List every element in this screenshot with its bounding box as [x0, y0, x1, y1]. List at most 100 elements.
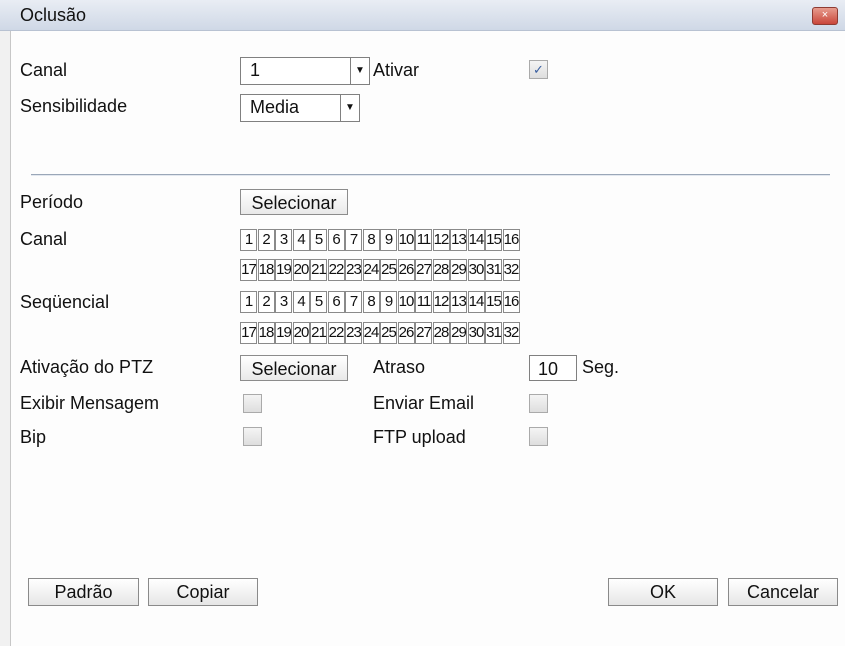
canal-channel-cell[interactable]: 9 — [380, 229, 397, 251]
canal-channel-cell[interactable]: 11 — [415, 229, 432, 251]
canal-channel-cell[interactable]: 17 — [240, 259, 257, 281]
canal-channel-cell[interactable]: 10 — [397, 229, 415, 251]
sequencial-channel-cell[interactable]: 13 — [450, 291, 467, 313]
ativar-checkbox[interactable]: ✓ — [529, 60, 548, 79]
sensibilidade-select[interactable]: Media ▼ — [240, 94, 360, 122]
sequencial-channel-cell[interactable]: 27 — [415, 322, 432, 344]
enviar-email-checkbox[interactable] — [529, 394, 548, 413]
canal-channel-cell[interactable]: 1 — [240, 229, 257, 251]
sequencial-channel-cell[interactable]: 16 — [502, 291, 520, 313]
canal-channel-cell[interactable]: 14 — [467, 229, 485, 251]
canal-channel-cell[interactable]: 25 — [380, 259, 397, 281]
sequencial-channel-cell[interactable]: 19 — [275, 322, 292, 344]
chevron-down-icon: ▼ — [350, 58, 369, 84]
sequencial-channel-cell[interactable]: 14 — [467, 291, 485, 313]
sequencial-channel-cell[interactable]: 3 — [275, 291, 292, 313]
bip-checkbox[interactable] — [243, 427, 262, 446]
sequencial-channel-cell[interactable]: 15 — [485, 291, 502, 313]
canal-channel-cell[interactable]: 22 — [327, 259, 345, 281]
canal-channel-cell[interactable]: 31 — [485, 259, 502, 281]
separator — [31, 174, 830, 175]
ftp-upload-label: FTP upload — [373, 427, 466, 447]
padrao-button[interactable]: Padrão — [28, 578, 139, 606]
sequencial-channel-cell[interactable]: 31 — [485, 322, 502, 344]
sequencial-channel-cell[interactable]: 10 — [397, 291, 415, 313]
sensibilidade-select-value: Media — [250, 97, 300, 117]
close-icon[interactable]: × — [812, 7, 838, 25]
canal-channel-cell[interactable]: 3 — [275, 229, 292, 251]
sensibilidade-label: Sensibilidade — [20, 96, 128, 116]
canal-channel-cell[interactable]: 8 — [362, 229, 380, 251]
sequencial-channel-cell[interactable]: 24 — [362, 322, 380, 344]
canal-channel-cell[interactable]: 2 — [257, 229, 275, 251]
exibir-mensagem-checkbox[interactable] — [243, 394, 262, 413]
ptz-label: Ativação do PTZ — [20, 357, 154, 377]
sequencial-channel-cell[interactable]: 11 — [415, 291, 432, 313]
canal-channel-cell[interactable]: 12 — [432, 229, 450, 251]
canal-channel-cell[interactable]: 30 — [467, 259, 485, 281]
periodo-select-button[interactable]: Selecionar — [240, 189, 348, 215]
canal-channel-cell[interactable]: 26 — [397, 259, 415, 281]
canal-channel-cell[interactable]: 32 — [502, 259, 520, 281]
chevron-down-icon: ▼ — [340, 95, 359, 121]
sequencial-channel-cell[interactable]: 2 — [257, 291, 275, 313]
canal-channel-cell[interactable]: 20 — [292, 259, 310, 281]
atraso-unit: Seg. — [582, 357, 620, 377]
canal-channel-cell[interactable]: 15 — [485, 229, 502, 251]
sequencial-channel-cell[interactable]: 20 — [292, 322, 310, 344]
sequencial-channel-cell[interactable]: 29 — [450, 322, 467, 344]
window-title: Oclusão — [20, 5, 87, 25]
canal-grid-label: Canal — [20, 229, 68, 249]
sequencial-channel-cell[interactable]: 18 — [257, 322, 275, 344]
sequencial-channel-cell[interactable]: 17 — [240, 322, 257, 344]
canal-select-value: 1 — [250, 60, 261, 80]
canal-channel-cell[interactable]: 4 — [292, 229, 310, 251]
canal-channel-cell[interactable]: 5 — [310, 229, 327, 251]
sequencial-channel-cell[interactable]: 23 — [345, 322, 362, 344]
sequencial-channel-cell[interactable]: 32 — [502, 322, 520, 344]
sequencial-channel-cell[interactable]: 21 — [310, 322, 327, 344]
canal-channel-cell[interactable]: 29 — [450, 259, 467, 281]
canal-row-1: 1 2 3 4 5 6 7 8 9 10 11 12 13 14 15 16 — [240, 229, 520, 251]
title-bar: Oclusão × — [0, 0, 845, 31]
canal-row-2: 17 18 19 20 21 22 23 24 25 26 27 28 29 30 31 32 — [240, 259, 520, 281]
copiar-button[interactable]: Copiar — [148, 578, 258, 606]
sequencial-channel-cell[interactable]: 22 — [327, 322, 345, 344]
canal-channel-cell[interactable]: 28 — [432, 259, 450, 281]
sequencial-channel-cell[interactable]: 12 — [432, 291, 450, 313]
periodo-label: Período — [20, 192, 84, 212]
sequencial-channel-cell[interactable]: 5 — [310, 291, 327, 313]
sequencial-row-2: 17 18 19 20 21 22 23 24 25 26 27 28 29 30 31 32 — [240, 322, 520, 344]
canal-channel-cell[interactable]: 7 — [345, 229, 362, 251]
exibir-mensagem-label: Exibir Mensagem — [20, 393, 160, 413]
ptz-select-button[interactable]: Selecionar — [240, 355, 348, 381]
sequencial-channel-cell[interactable]: 7 — [345, 291, 362, 313]
canal-channel-cell[interactable]: 24 — [362, 259, 380, 281]
atraso-input[interactable]: 10 — [529, 355, 577, 381]
cancelar-button[interactable]: Cancelar — [728, 578, 838, 606]
canal-channel-cell[interactable]: 19 — [275, 259, 292, 281]
canal-channel-cell[interactable]: 16 — [502, 229, 520, 251]
sequencial-channel-cell[interactable]: 6 — [327, 291, 345, 313]
canal-channel-cell[interactable]: 13 — [450, 229, 467, 251]
canal-channel-cell[interactable]: 18 — [257, 259, 275, 281]
sequencial-channel-cell[interactable]: 4 — [292, 291, 310, 313]
sequencial-row-1: 1 2 3 4 5 6 7 8 9 10 11 12 13 14 15 16 — [240, 291, 520, 313]
ok-button[interactable]: OK — [608, 578, 718, 606]
atraso-label: Atraso — [373, 357, 426, 377]
sequencial-label: Seqüencial — [20, 292, 110, 312]
canal-select[interactable]: 1 ▼ — [240, 57, 370, 85]
sequencial-channel-cell[interactable]: 26 — [397, 322, 415, 344]
canal-channel-cell[interactable]: 27 — [415, 259, 432, 281]
sequencial-channel-cell[interactable]: 30 — [467, 322, 485, 344]
canal-channel-cell[interactable]: 21 — [310, 259, 327, 281]
sequencial-channel-cell[interactable]: 9 — [380, 291, 397, 313]
canal-channel-cell[interactable]: 23 — [345, 259, 362, 281]
canal-channel-cell[interactable]: 6 — [327, 229, 345, 251]
sequencial-channel-cell[interactable]: 28 — [432, 322, 450, 344]
bip-label: Bip — [20, 427, 47, 447]
sequencial-channel-cell[interactable]: 1 — [240, 291, 257, 313]
sequencial-channel-cell[interactable]: 8 — [362, 291, 380, 313]
ftp-upload-checkbox[interactable] — [529, 427, 548, 446]
sequencial-channel-cell[interactable]: 25 — [380, 322, 397, 344]
